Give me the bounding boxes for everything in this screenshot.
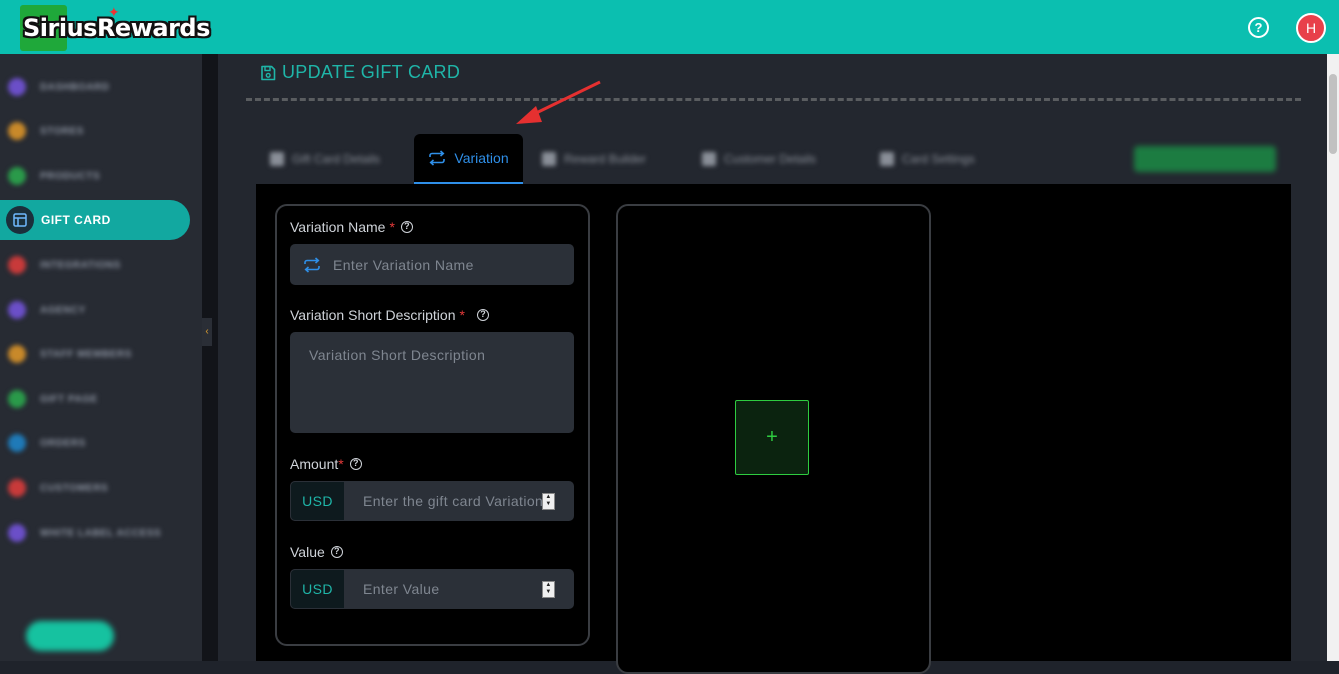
value-input[interactable]: USD Enter Value ▲ ▼: [290, 569, 574, 609]
amount-currency-addon: USD: [290, 481, 345, 521]
question-circle-icon[interactable]: ?: [476, 309, 489, 321]
help-icon[interactable]: ?: [1248, 17, 1269, 38]
scrollbar-thumb[interactable]: [1329, 74, 1337, 154]
sidebar-item-blurred[interactable]: GIFT PAGE: [8, 388, 98, 410]
tab-blurred[interactable]: Reward Builder: [542, 150, 646, 168]
amount-label: Amount * ?: [290, 456, 362, 472]
repeat-icon: [304, 256, 320, 273]
annotation-arrow: [516, 80, 601, 124]
sidebar-item-blurred[interactable]: AGENCY: [8, 299, 86, 321]
support-button[interactable]: [26, 621, 114, 651]
question-circle-icon[interactable]: ?: [349, 458, 362, 470]
variation-name-placeholder: Enter Variation Name: [333, 256, 474, 273]
variation-name-input[interactable]: Enter Variation Name: [290, 244, 574, 285]
sidebar-item-label: GIFT CARD: [41, 213, 111, 227]
logo-star-icon: ✦: [108, 4, 120, 20]
sidebar-item-blurred[interactable]: ORDERS: [8, 432, 86, 454]
amount-input[interactable]: USD Enter the gift card Variation ▲ ▼: [290, 481, 574, 521]
amount-label-text: Amount: [290, 456, 339, 472]
page-title-text: UPDATE GIFT CARD: [282, 62, 461, 82]
top-bar: SiriusRewards ✦ ? H: [0, 0, 1339, 54]
variation-name-label-text: Variation Name: [290, 219, 386, 235]
save-changes-button[interactable]: [1134, 146, 1276, 172]
sidebar-item-blurred[interactable]: PRODUCTS: [8, 165, 100, 187]
tab-variation[interactable]: Variation: [414, 134, 523, 184]
short-description-textarea[interactable]: Variation Short Description: [290, 332, 574, 433]
value-currency-addon: USD: [290, 569, 345, 609]
value-label-text: Value: [290, 544, 325, 560]
sidebar-item-blurred[interactable]: WHITE LABEL ACCESS: [8, 522, 161, 544]
short-description-label: Variation Short Description * ?: [290, 307, 489, 323]
user-avatar[interactable]: H: [1296, 13, 1326, 43]
required-mark: *: [338, 456, 344, 472]
spin-down-icon[interactable]: ▼: [545, 589, 551, 596]
sidebar-item-blurred[interactable]: INTEGRATIONS: [8, 254, 121, 276]
layout-icon: [6, 206, 34, 234]
short-description-label-text: Variation Short Description: [290, 307, 456, 323]
title-divider: [246, 98, 1301, 101]
question-circle-icon[interactable]: ?: [400, 221, 413, 233]
sidebar-item-blurred[interactable]: DASHBOARD: [8, 76, 110, 98]
spin-down-icon[interactable]: ▼: [545, 501, 551, 508]
value-placeholder: Enter Value: [363, 581, 440, 597]
sidebar-item-blurred[interactable]: STORES: [8, 120, 84, 142]
page-scrollbar[interactable]: [1327, 54, 1339, 661]
required-mark: *: [389, 219, 395, 235]
sidebar-item-gift-card[interactable]: GIFT CARD: [0, 200, 190, 240]
spin-up-icon[interactable]: ▲: [545, 582, 551, 589]
spin-up-icon[interactable]: ▲: [545, 494, 551, 501]
required-mark: *: [459, 307, 465, 323]
sidebar-item-blurred[interactable]: CUSTOMERS: [8, 477, 108, 499]
tab-blurred[interactable]: Card Settings: [880, 150, 975, 168]
collapse-sidebar-chevron-icon[interactable]: ‹: [202, 318, 212, 346]
variation-name-label: Variation Name * ?: [290, 219, 413, 235]
amount-spinner[interactable]: ▲ ▼: [542, 492, 555, 510]
sirius-rewards-logo[interactable]: SiriusRewards ✦: [20, 4, 210, 51]
page-title: UPDATE GIFT CARD: [260, 62, 460, 83]
repeat-icon: [429, 150, 446, 166]
short-description-placeholder: Variation Short Description: [309, 347, 486, 363]
question-circle-icon[interactable]: ?: [330, 546, 343, 558]
tab-gift-card-details[interactable]: Gift Card Details: [270, 150, 380, 168]
sidebar-item-blurred[interactable]: STAFF MEMBERS: [8, 343, 132, 365]
tab-variation-label: Variation: [454, 150, 509, 166]
sidebar-divider: [202, 54, 218, 661]
save-icon: [261, 65, 276, 80]
sidebar: DASHBOARD STORES PRODUCTS GIFT CARD INTE…: [0, 54, 202, 661]
value-label: Value ?: [290, 544, 343, 560]
add-image-button[interactable]: +: [735, 400, 809, 475]
value-spinner[interactable]: ▲ ▼: [542, 580, 555, 598]
tab-blurred[interactable]: Customer Details: [702, 150, 816, 168]
amount-placeholder: Enter the gift card Variation: [363, 493, 542, 509]
